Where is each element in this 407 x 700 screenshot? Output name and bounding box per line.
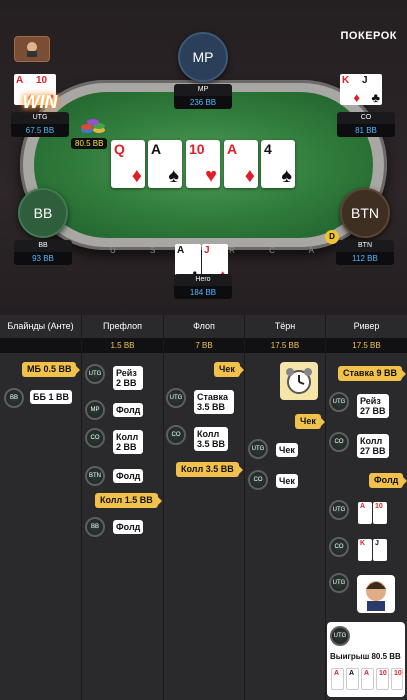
seat-bb-name: BB xyxy=(14,240,72,252)
seat-mp[interactable]: MP MP 236 BB xyxy=(174,32,232,109)
street-pot xyxy=(0,338,81,353)
board-card-4: A ♦ xyxy=(224,140,258,188)
board-card-2: A ♠ xyxy=(148,140,182,188)
seat-bb-stack: 93 BB xyxy=(14,252,72,265)
rail-text: U S E R C A S xyxy=(110,246,370,255)
seat-bb-avatar[interactable]: BB xyxy=(18,188,68,238)
street-turn: Тёрн 17.5 BB xyxy=(245,315,326,700)
seat-utg[interactable]: UTG 67.5 BB xyxy=(11,110,69,137)
poker-table-area: ПОКЕРОК U S E R C A S MP MP 236 BB UTG 6… xyxy=(0,0,407,315)
seat-co[interactable]: CO 81 BB xyxy=(337,110,395,137)
seat-btn-stack: 112 BB xyxy=(336,252,394,265)
street-header: Блайнды (Анте) xyxy=(7,321,74,331)
street-pot: 17.5 BB xyxy=(245,338,325,353)
seat-btn[interactable]: BTN BTN 112 BB xyxy=(336,188,394,265)
street-header: Префлоп xyxy=(103,321,142,331)
board-card-3: 10 ♥ xyxy=(186,140,220,188)
street-blinds: Блайнды (Анте) xyxy=(0,315,82,700)
seat-utg-stack: 67.5 BB xyxy=(11,124,69,137)
co-card-1: K ♦ xyxy=(340,74,362,105)
street-river: Ривер 17.5 BB xyxy=(326,315,407,700)
street-preflop: Префлоп 1.5 BB xyxy=(82,315,164,700)
seat-bb[interactable]: BB BB 93 BB xyxy=(14,188,72,265)
seat-hero[interactable]: Hero 184 BB xyxy=(174,272,232,299)
seat-mp-avatar[interactable]: MP xyxy=(178,32,228,82)
seat-hero-name: Hero xyxy=(174,274,232,286)
seat-co-stack: 81 BB xyxy=(337,124,395,137)
street-header: Флоп xyxy=(193,321,215,331)
board-card-5: 4 ♠ xyxy=(261,140,295,188)
seat-btn-name: BTN xyxy=(336,240,394,252)
seat-co-name: CO xyxy=(337,112,395,124)
seat-hero-stack: 184 BB xyxy=(174,286,232,299)
brand-logo: ПОКЕРОК xyxy=(340,30,397,42)
seat-mp-stack: 236 BB xyxy=(174,96,232,109)
street-pot: 17.5 BB xyxy=(326,338,407,353)
board-card-1: Q ♦ xyxy=(111,140,145,188)
pot-chips-icon xyxy=(81,119,105,133)
street-flop: Флоп 7 BB xyxy=(164,315,245,700)
seat-btn-avatar[interactable]: BTN xyxy=(340,188,390,238)
dealer-button: D xyxy=(325,230,339,244)
pot-amount: 80.5 BB xyxy=(71,138,108,149)
street-header: Ривер xyxy=(353,321,380,331)
player-avatar[interactable] xyxy=(14,36,50,62)
street-pot: 1.5 BB xyxy=(82,338,163,353)
win-banner: WIN xyxy=(22,92,58,112)
seat-mp-name: MP xyxy=(174,84,232,96)
street-header: Тёрн xyxy=(274,321,296,331)
hand-history: Блайнды (Анте) Префлоп 1.5 BB Флоп 7 BB … xyxy=(0,315,407,700)
street-pot: 7 BB xyxy=(164,338,244,353)
co-card-2: J ♣ xyxy=(360,74,382,105)
